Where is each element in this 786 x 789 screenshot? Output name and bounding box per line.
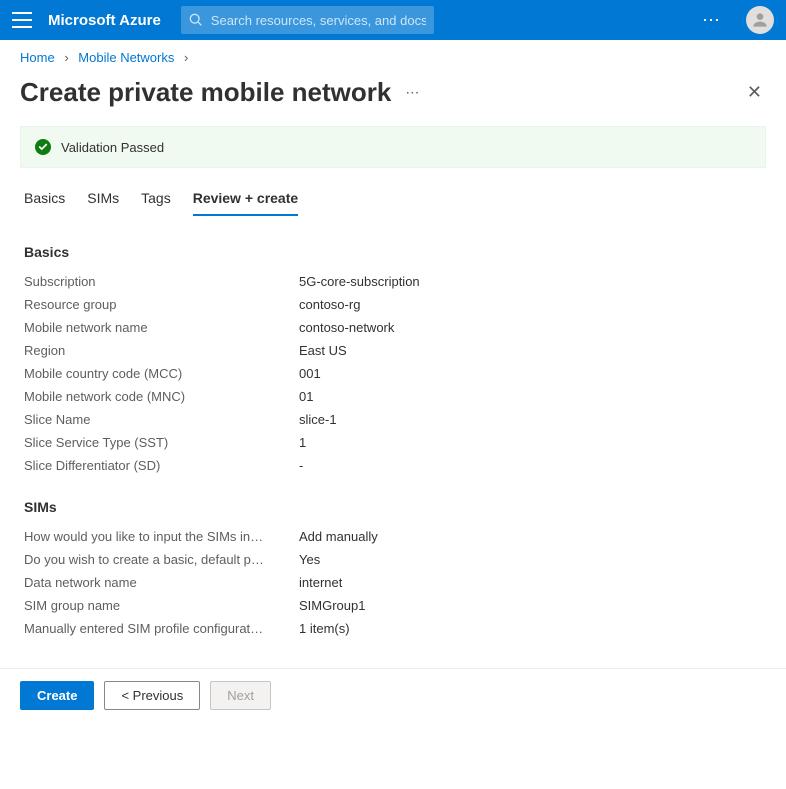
basics-rows: Subscription5G-core-subscriptionResource… bbox=[24, 270, 762, 477]
tab-basics[interactable]: Basics bbox=[24, 190, 65, 216]
previous-button[interactable]: < Previous bbox=[104, 681, 200, 710]
brand-label: Microsoft Azure bbox=[48, 12, 161, 29]
page-title: Create private mobile network bbox=[20, 77, 391, 108]
breadcrumb-home[interactable]: Home bbox=[20, 50, 55, 65]
kv-row: Do you wish to create a basic, default p… bbox=[24, 548, 762, 571]
kv-value: 1 item(s) bbox=[299, 621, 350, 636]
kv-row: Slice Service Type (SST)1 bbox=[24, 431, 762, 454]
tab-review-create[interactable]: Review + create bbox=[193, 190, 298, 216]
section-title-basics: Basics bbox=[24, 244, 762, 260]
top-header: Microsoft Azure ⋯ bbox=[0, 0, 786, 40]
kv-label: Subscription bbox=[24, 274, 299, 289]
search-icon bbox=[189, 13, 203, 27]
kv-row: How would you like to input the SIMs in…… bbox=[24, 525, 762, 548]
kv-label: Mobile network code (MNC) bbox=[24, 389, 299, 404]
kv-row: Subscription5G-core-subscription bbox=[24, 270, 762, 293]
breadcrumb-mobile-networks[interactable]: Mobile Networks bbox=[78, 50, 174, 65]
content: Basics Subscription5G-core-subscriptionR… bbox=[0, 216, 786, 650]
kv-value: Add manually bbox=[299, 529, 378, 544]
footer: Create < Previous Next bbox=[0, 668, 786, 722]
breadcrumb: Home › Mobile Networks › bbox=[0, 40, 786, 69]
title-more-icon[interactable]: ⋯ bbox=[405, 84, 420, 101]
kv-row: Mobile network namecontoso-network bbox=[24, 316, 762, 339]
kv-value: 001 bbox=[299, 366, 321, 381]
kv-row: SIM group nameSIMGroup1 bbox=[24, 594, 762, 617]
validation-banner: Validation Passed bbox=[20, 126, 766, 168]
kv-value: Yes bbox=[299, 552, 320, 567]
kv-label: Do you wish to create a basic, default p… bbox=[24, 552, 299, 567]
kv-row: Mobile country code (MCC)001 bbox=[24, 362, 762, 385]
kv-value: 1 bbox=[299, 435, 306, 450]
kv-row: Resource groupcontoso-rg bbox=[24, 293, 762, 316]
kv-label: Slice Name bbox=[24, 412, 299, 427]
chevron-right-icon: › bbox=[64, 50, 68, 65]
kv-value: contoso-rg bbox=[299, 297, 360, 312]
kv-row: Slice Differentiator (SD)- bbox=[24, 454, 762, 477]
kv-value: - bbox=[299, 458, 303, 473]
avatar[interactable] bbox=[746, 6, 774, 34]
validation-message: Validation Passed bbox=[61, 140, 164, 155]
sims-rows: How would you like to input the SIMs in…… bbox=[24, 525, 762, 640]
kv-label: How would you like to input the SIMs in… bbox=[24, 529, 299, 544]
kv-row: Slice Nameslice-1 bbox=[24, 408, 762, 431]
kv-value: 5G-core-subscription bbox=[299, 274, 420, 289]
tabs: Basics SIMs Tags Review + create bbox=[0, 168, 786, 216]
kv-value: 01 bbox=[299, 389, 313, 404]
kv-label: Resource group bbox=[24, 297, 299, 312]
kv-label: Data network name bbox=[24, 575, 299, 590]
kv-value: East US bbox=[299, 343, 347, 358]
kv-row: Mobile network code (MNC)01 bbox=[24, 385, 762, 408]
kv-value: internet bbox=[299, 575, 342, 590]
search-box[interactable] bbox=[181, 6, 435, 34]
kv-value: SIMGroup1 bbox=[299, 598, 365, 613]
kv-row: Manually entered SIM profile configurat…… bbox=[24, 617, 762, 640]
check-circle-icon bbox=[35, 139, 51, 155]
kv-value: contoso-network bbox=[299, 320, 394, 335]
search-input[interactable] bbox=[211, 13, 427, 28]
kv-label: Mobile network name bbox=[24, 320, 299, 335]
kv-label: Region bbox=[24, 343, 299, 358]
kv-label: Mobile country code (MCC) bbox=[24, 366, 299, 381]
close-icon[interactable]: ✕ bbox=[743, 78, 766, 107]
chevron-right-icon: › bbox=[184, 50, 188, 65]
create-button[interactable]: Create bbox=[20, 681, 94, 710]
kv-row: RegionEast US bbox=[24, 339, 762, 362]
kv-label: Slice Differentiator (SD) bbox=[24, 458, 299, 473]
person-icon bbox=[750, 10, 770, 30]
kv-label: Slice Service Type (SST) bbox=[24, 435, 299, 450]
next-button: Next bbox=[210, 681, 271, 710]
kv-value: slice-1 bbox=[299, 412, 337, 427]
tab-tags[interactable]: Tags bbox=[141, 190, 171, 216]
hamburger-menu-icon[interactable] bbox=[12, 12, 32, 28]
header-more-icon[interactable]: ⋯ bbox=[696, 10, 728, 31]
page-title-row: Create private mobile network ⋯ ✕ bbox=[0, 69, 786, 122]
kv-label: Manually entered SIM profile configurat… bbox=[24, 621, 299, 636]
kv-label: SIM group name bbox=[24, 598, 299, 613]
kv-row: Data network nameinternet bbox=[24, 571, 762, 594]
section-title-sims: SIMs bbox=[24, 499, 762, 515]
tab-sims[interactable]: SIMs bbox=[87, 190, 119, 216]
